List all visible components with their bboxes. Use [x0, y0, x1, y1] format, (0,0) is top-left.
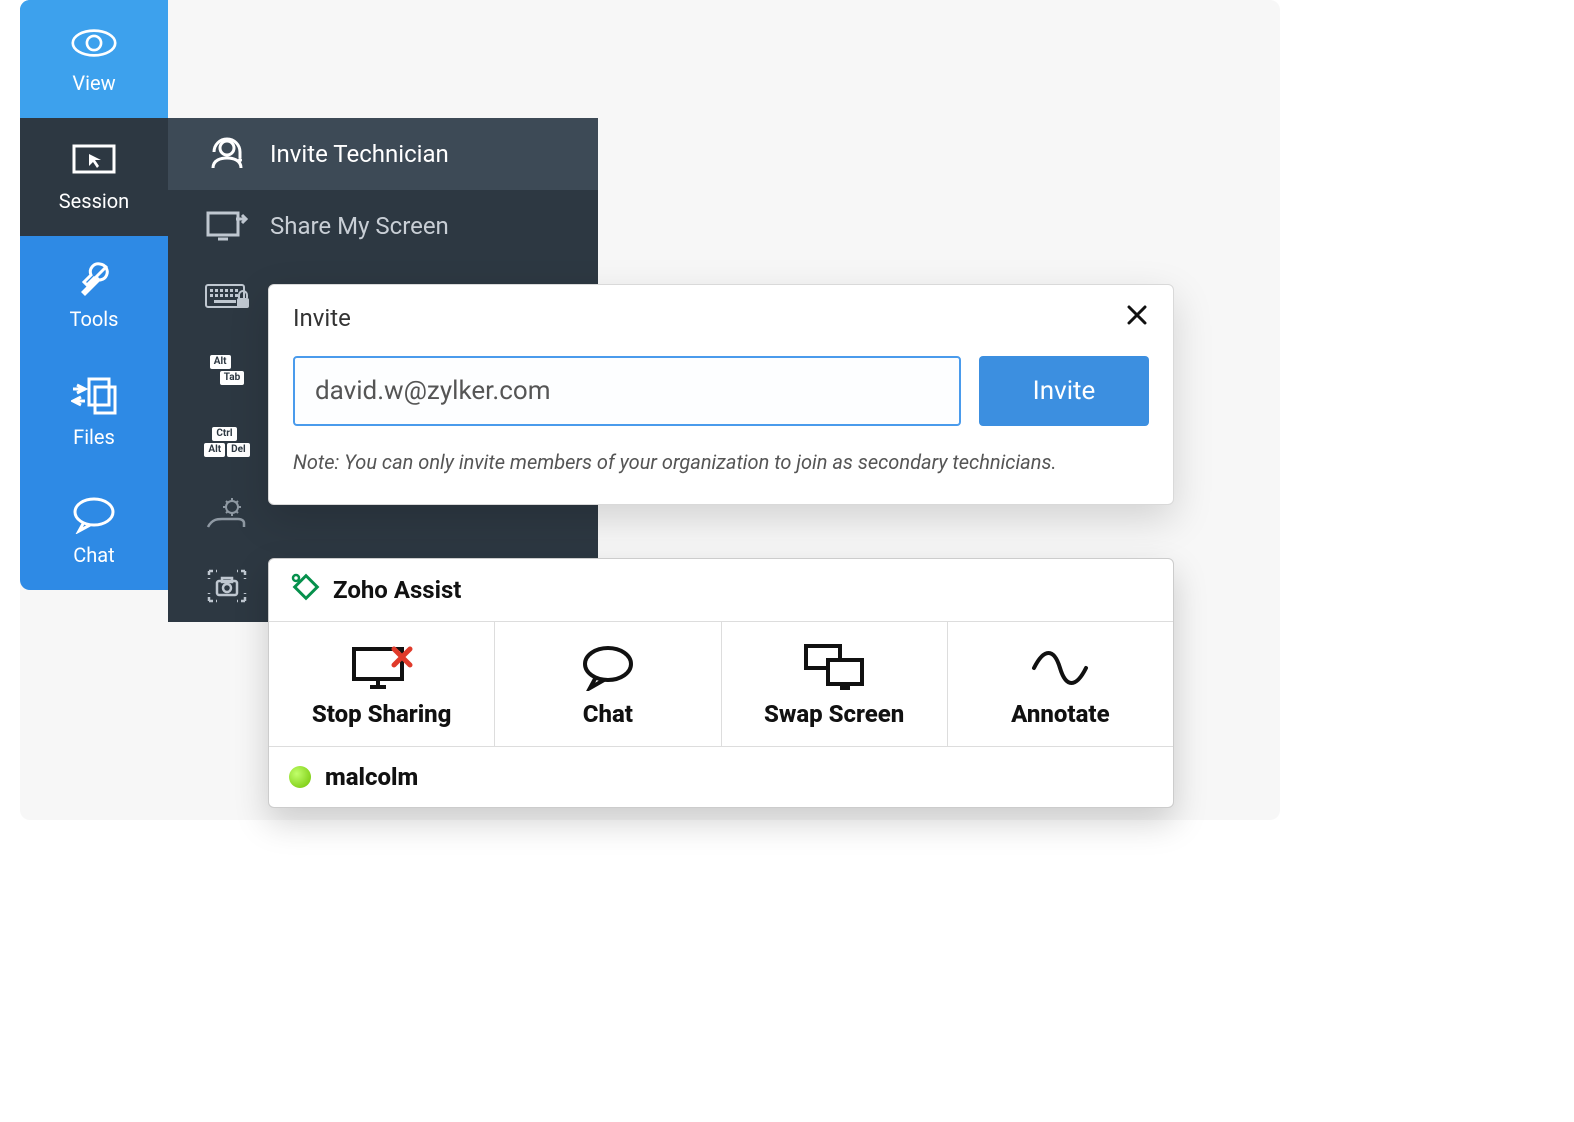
- camera-capture-icon: [204, 569, 250, 603]
- sidebar-item-label: Chat: [73, 543, 114, 567]
- sidebar-item-label: Tools: [70, 307, 119, 331]
- close-icon[interactable]: [1125, 303, 1149, 332]
- tools-icon: [71, 259, 117, 299]
- stop-sharing-icon: [350, 644, 414, 692]
- annotate-wave-icon: [1030, 644, 1090, 692]
- action-label: Swap Screen: [764, 700, 904, 728]
- sidebar-item-files[interactable]: Files: [20, 354, 168, 472]
- submenu-item-label: Invite Technician: [270, 140, 449, 168]
- action-stop-sharing[interactable]: Stop Sharing: [269, 622, 495, 746]
- submenu-invite-technician[interactable]: Invite Technician: [168, 118, 598, 190]
- action-annotate[interactable]: Annotate: [948, 622, 1173, 746]
- monitor-cursor-icon: [71, 141, 117, 181]
- sidebar-item-label: View: [72, 71, 115, 95]
- files-icon: [71, 377, 117, 417]
- presence-username: malcolm: [325, 763, 418, 791]
- zoho-assist-logo-icon: [287, 571, 321, 609]
- swap-screen-icon: [802, 644, 866, 692]
- headset-user-icon: [204, 134, 250, 174]
- hand-gear-icon: [204, 497, 250, 531]
- alt-tab-icon: Alt Tab: [204, 355, 250, 385]
- sidebar-item-session[interactable]: Session: [20, 118, 168, 236]
- presence-status-icon: [289, 766, 311, 788]
- sidebar-item-chat[interactable]: Chat: [20, 472, 168, 590]
- zoho-assist-card: Zoho Assist Stop Sharing Chat Swap Scree…: [268, 558, 1174, 808]
- submenu-item-label: Share My Screen: [270, 212, 449, 240]
- keyboard-lock-icon: [204, 284, 250, 312]
- action-label: Annotate: [1011, 700, 1109, 728]
- submenu-share-my-screen[interactable]: Share My Screen: [168, 190, 598, 262]
- screen-share-icon: [204, 209, 250, 243]
- action-label: Stop Sharing: [312, 700, 452, 728]
- invite-button[interactable]: Invite: [979, 356, 1149, 426]
- action-label: Chat: [583, 700, 633, 728]
- invite-dialog-title: Invite: [293, 304, 351, 332]
- chat-icon: [71, 495, 117, 535]
- invite-note: Note: You can only invite members of you…: [293, 450, 1149, 474]
- chat-bubble-icon: [581, 644, 635, 692]
- sidebar-item-label: Session: [59, 189, 129, 213]
- sidebar-item-label: Files: [73, 425, 115, 449]
- ctrl-alt-del-icon: Ctrl AltDel: [204, 427, 250, 457]
- action-chat[interactable]: Chat: [495, 622, 721, 746]
- action-swap-screen[interactable]: Swap Screen: [722, 622, 948, 746]
- invite-dialog: Invite Invite Note: You can only invite …: [268, 284, 1174, 505]
- eye-icon: [71, 23, 117, 63]
- sidebar-item-view[interactable]: View: [20, 0, 168, 118]
- invite-email-input[interactable]: [293, 356, 961, 426]
- sidebar: View Session Tools Files Chat: [20, 0, 168, 590]
- zoho-assist-title: Zoho Assist: [333, 576, 461, 604]
- sidebar-item-tools[interactable]: Tools: [20, 236, 168, 354]
